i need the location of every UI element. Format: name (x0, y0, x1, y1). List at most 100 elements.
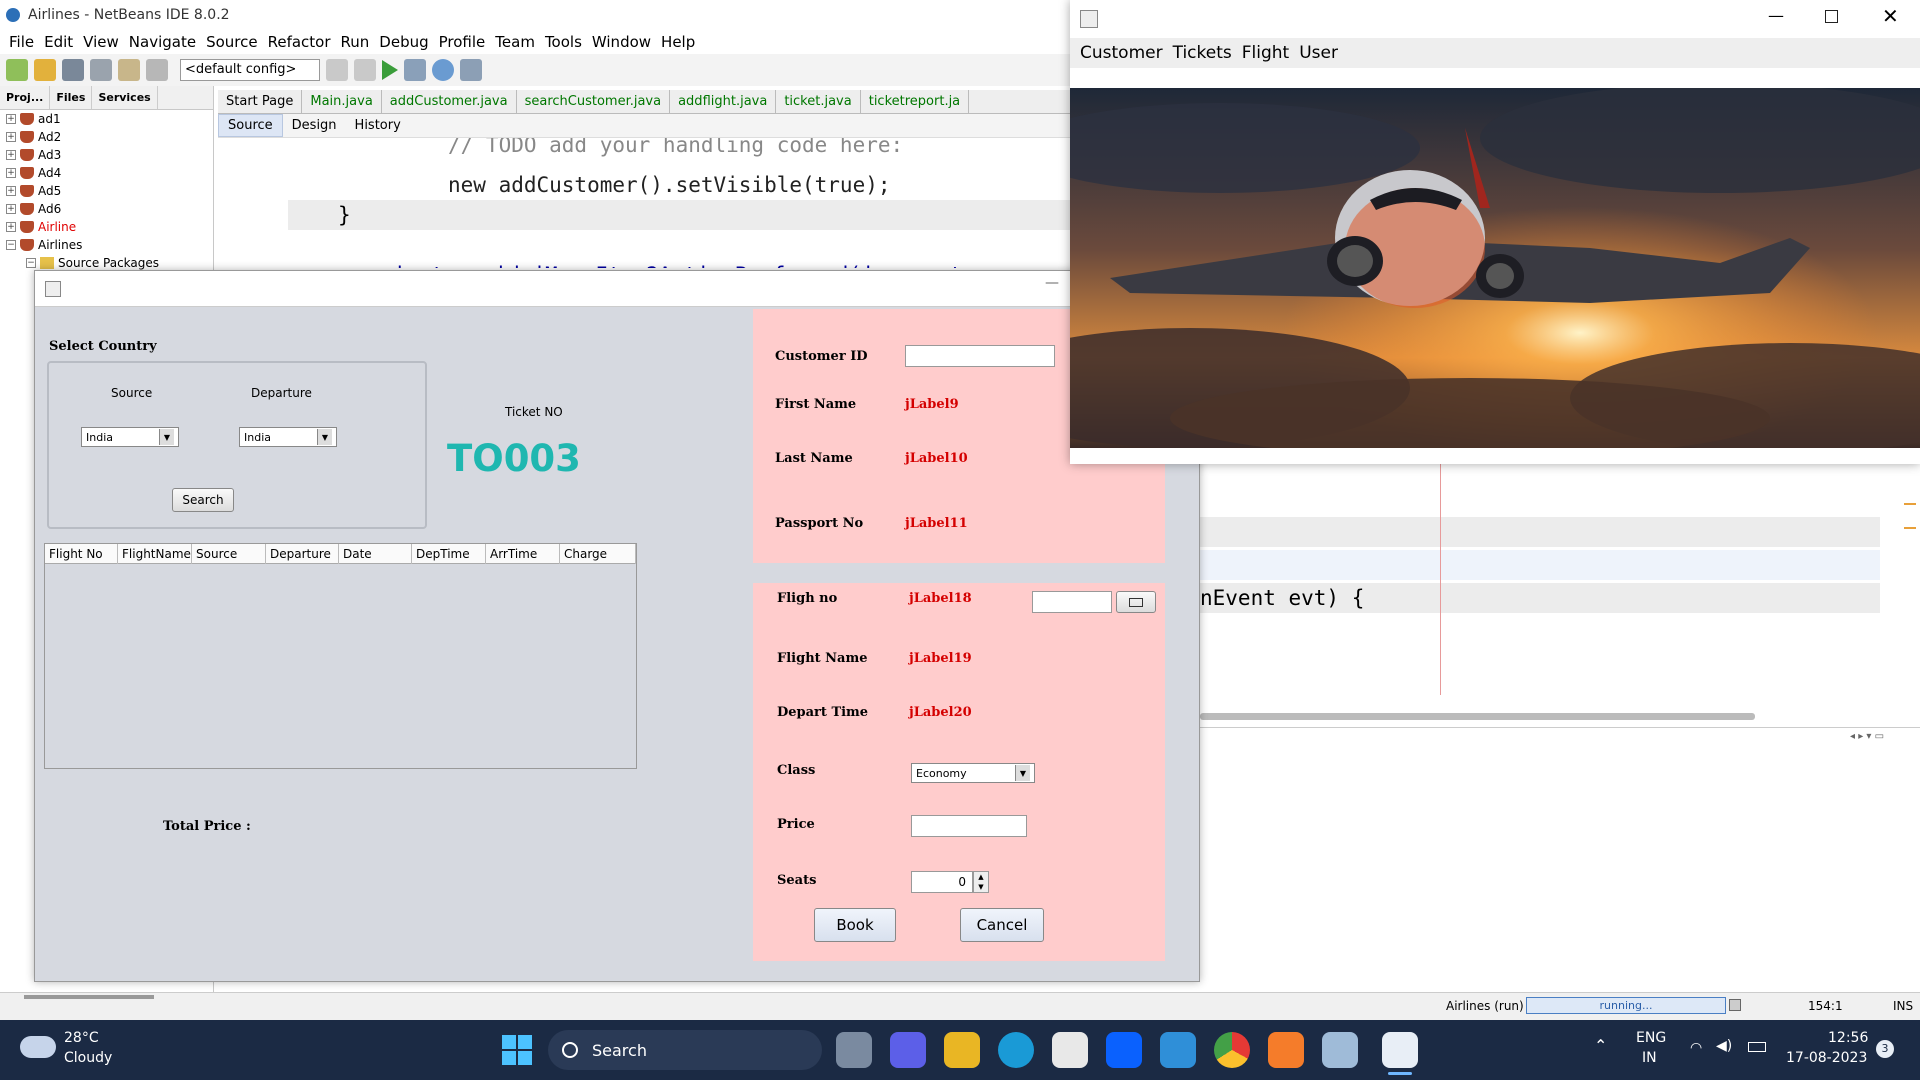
expand-icon[interactable]: + (6, 150, 16, 160)
cloud-icon[interactable] (20, 1036, 56, 1058)
menu-team[interactable]: Team (490, 33, 540, 51)
java-app-icon[interactable] (1382, 1032, 1418, 1068)
stop-icon[interactable] (1729, 999, 1741, 1011)
menu-customer[interactable]: Customer (1080, 43, 1163, 63)
menu-user[interactable]: User (1299, 43, 1338, 63)
tab-services[interactable]: Services (92, 86, 158, 109)
search-button[interactable]: Search (172, 488, 234, 512)
tab-design[interactable]: Design (283, 115, 346, 136)
clock-time[interactable]: 12:56 (1828, 1030, 1868, 1046)
store-icon[interactable] (1052, 1032, 1088, 1068)
debug-icon[interactable] (404, 59, 426, 81)
weather-description[interactable]: Cloudy (64, 1050, 112, 1066)
menu-tickets[interactable]: Tickets (1173, 43, 1232, 63)
maximize-icon[interactable] (1825, 10, 1838, 23)
tree-item[interactable]: + Airline (0, 218, 213, 236)
collapse-icon[interactable]: − (26, 258, 36, 268)
tab-projects[interactable]: Proj... (0, 86, 51, 109)
mysql-icon[interactable] (1160, 1032, 1196, 1068)
tab-addflight-java[interactable]: addflight.java (670, 90, 777, 113)
virtualbox-icon[interactable] (1322, 1032, 1358, 1068)
tab-files[interactable]: Files (50, 86, 93, 109)
run-icon[interactable] (382, 60, 398, 80)
column-header[interactable]: FlightName (118, 544, 192, 564)
menu-view[interactable]: View (78, 33, 124, 51)
tab-searchcustomer-java[interactable]: searchCustomer.java (517, 90, 671, 113)
menu-help[interactable]: Help (656, 33, 700, 51)
departure-select[interactable]: India ▼ (239, 427, 337, 447)
menu-refactor[interactable]: Refactor (263, 33, 336, 51)
collapse-icon[interactable]: − (6, 240, 16, 250)
save-all-icon[interactable] (90, 59, 112, 81)
undo-icon[interactable] (118, 59, 140, 81)
menu-file[interactable]: File (4, 33, 39, 51)
expand-icon[interactable]: + (6, 114, 16, 124)
column-header[interactable]: Departure (266, 544, 339, 564)
expand-icon[interactable]: + (6, 168, 16, 178)
tree-item[interactable]: + Ad6 (0, 200, 213, 218)
clock-date[interactable]: 17-08-2023 (1786, 1050, 1867, 1066)
column-header[interactable]: ArrTime (486, 544, 560, 564)
output-controls-icon[interactable]: ◂ ▸ ▾ ▭ (1850, 731, 1884, 742)
clean-build-icon[interactable] (354, 59, 376, 81)
menu-tools[interactable]: Tools (540, 33, 587, 51)
menu-flight[interactable]: Flight (1242, 43, 1289, 63)
tree-item[interactable]: + Ad3 (0, 146, 213, 164)
menu-edit[interactable]: Edit (39, 33, 78, 51)
memory-icon[interactable] (460, 59, 482, 81)
source-select[interactable]: India ▼ (81, 427, 179, 447)
file-explorer-icon[interactable] (944, 1032, 980, 1068)
menu-debug[interactable]: Debug (374, 33, 433, 51)
tree-item[interactable]: − Airlines (0, 236, 213, 254)
battery-icon[interactable] (1748, 1042, 1766, 1052)
column-header[interactable]: Source (192, 544, 266, 564)
menu-window[interactable]: Window (587, 33, 656, 51)
tab-source[interactable]: Source (218, 114, 283, 137)
class-select[interactable]: Economy ▼ (911, 763, 1035, 783)
chat-icon[interactable] (890, 1032, 926, 1068)
minimize-icon[interactable]: — (1768, 6, 1784, 25)
spinner-arrows-icon[interactable]: ▲ ▼ (973, 871, 989, 893)
expand-icon[interactable]: + (6, 222, 16, 232)
run-status-label[interactable]: Airlines (run) (1446, 999, 1524, 1013)
calendar-button[interactable] (1116, 591, 1156, 613)
close-icon[interactable]: ✕ (1882, 4, 1899, 28)
chevron-up-icon[interactable]: ⌃ (1594, 1036, 1607, 1055)
column-header[interactable]: Date (339, 544, 412, 564)
horizontal-scrollbar[interactable] (1200, 713, 1755, 720)
dropbox-icon[interactable] (1106, 1032, 1142, 1068)
column-header[interactable]: Flight No (45, 544, 118, 564)
config-select[interactable]: <default config> (180, 59, 320, 81)
book-button[interactable]: Book (814, 908, 896, 942)
tab-start-page[interactable]: Start Page (218, 90, 303, 113)
task-view-icon[interactable] (836, 1032, 872, 1068)
taskbar-search[interactable]: Search (548, 1030, 822, 1070)
tree-item[interactable]: + Ad4 (0, 164, 213, 182)
edge-icon[interactable] (998, 1032, 1034, 1068)
cancel-button[interactable]: Cancel (960, 908, 1044, 942)
xampp-icon[interactable] (1268, 1032, 1304, 1068)
menu-profile[interactable]: Profile (434, 33, 491, 51)
tab-history[interactable]: History (346, 115, 410, 136)
column-header[interactable]: Charge (560, 544, 636, 564)
new-file-icon[interactable] (6, 59, 28, 81)
minimize-icon[interactable]: — (1045, 275, 1059, 291)
menu-navigate[interactable]: Navigate (124, 33, 201, 51)
customer-id-input[interactable] (905, 345, 1055, 367)
expand-icon[interactable]: + (6, 204, 16, 214)
code-editor[interactable]: // TODO add your handling code here: new… (218, 138, 1070, 268)
expand-icon[interactable]: + (6, 132, 16, 142)
menu-run[interactable]: Run (336, 33, 375, 51)
price-input[interactable] (911, 815, 1027, 837)
menu-source[interactable]: Source (201, 33, 263, 51)
notification-badge[interactable]: 3 (1876, 1040, 1894, 1058)
seats-spinner[interactable]: 0 (911, 871, 973, 893)
tab-ticketreport-java[interactable]: ticketreport.ja (861, 90, 970, 113)
tree-item[interactable]: + ad1 (0, 110, 213, 128)
tab-ticket-java[interactable]: ticket.java (776, 90, 861, 113)
tree-item[interactable]: + Ad5 (0, 182, 213, 200)
wifi-icon[interactable]: ◠ (1690, 1040, 1702, 1056)
flight-date-input[interactable] (1032, 591, 1112, 613)
redo-icon[interactable] (146, 59, 168, 81)
profile-icon[interactable] (432, 59, 454, 81)
